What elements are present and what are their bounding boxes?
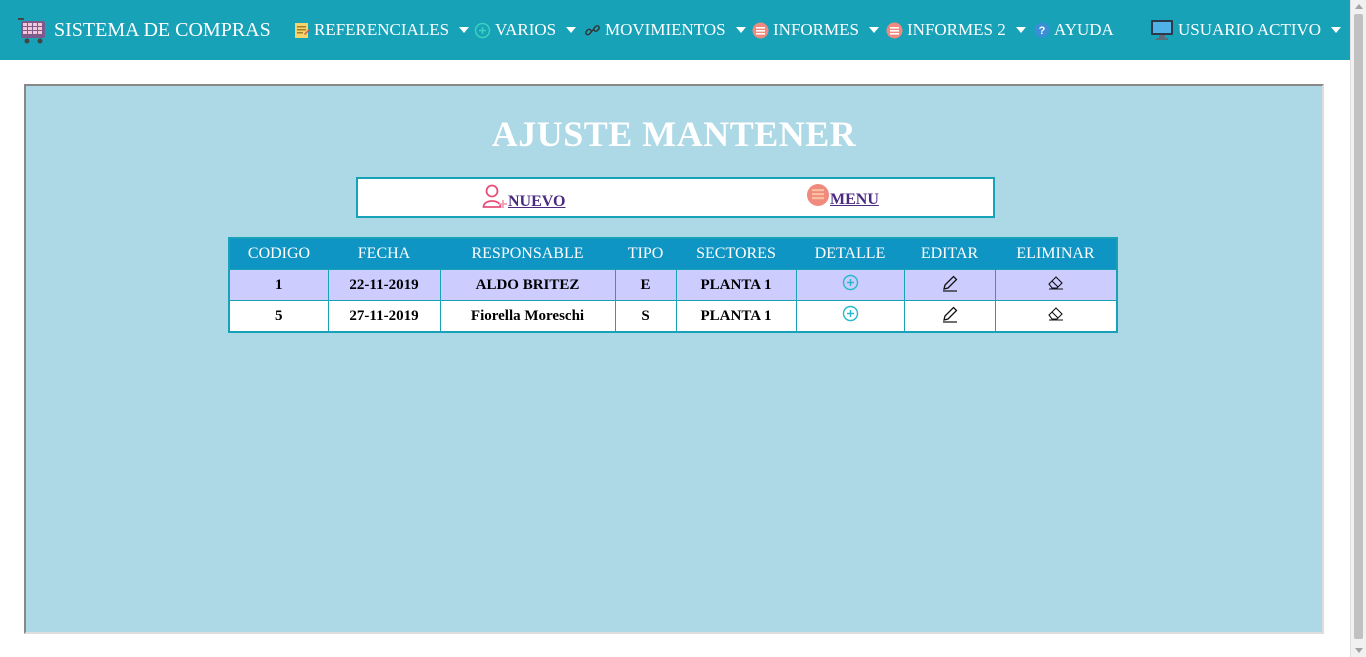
nav-ayuda[interactable]: ? AYUDA — [1034, 18, 1114, 42]
chevron-down-icon — [566, 27, 577, 33]
column-header: EDITAR — [904, 238, 995, 270]
plus-circle-icon — [474, 22, 491, 39]
cell-tipo: S — [614, 300, 677, 333]
nav-label: VARIOS — [495, 20, 557, 39]
eraser-icon[interactable] — [1047, 306, 1064, 321]
cell-fecha: 27-11-2019 — [327, 300, 441, 333]
cart-icon — [18, 15, 48, 45]
nav-label: INFORMES — [773, 20, 859, 39]
user-label: USUARIO ACTIVO — [1178, 20, 1322, 39]
actions-bar: NUEVO MENU — [356, 177, 995, 218]
cell-sectores: PLANTA 1 — [675, 300, 797, 333]
scroll-down-arrow-icon[interactable] — [1355, 648, 1363, 653]
nav-movimientos[interactable]: MOVIMIENTOS — [584, 18, 746, 42]
eraser-icon[interactable] — [1047, 275, 1064, 290]
notes-icon — [294, 21, 310, 39]
vertical-scrollbar[interactable] — [1350, 0, 1366, 657]
table-row: 1 22-11-2019 ALDO BRITEZ E PLANTA 1 — [228, 269, 1118, 301]
table-row: 5 27-11-2019 Fiorella Moreschi S PLANTA … — [228, 300, 1118, 333]
cell-fecha: 22-11-2019 — [327, 269, 441, 301]
column-header: ELIMINAR — [995, 238, 1117, 270]
cell-responsable: ALDO BRITEZ — [439, 269, 616, 301]
column-header: SECTORES — [676, 238, 796, 270]
link-icon — [584, 22, 601, 39]
new-button[interactable]: NUEVO — [482, 183, 565, 211]
cell-eliminar — [994, 300, 1118, 333]
detail-plus-icon[interactable] — [842, 305, 859, 322]
brand[interactable]: SISTEMA DE COMPRAS — [18, 14, 271, 46]
add-user-icon — [482, 183, 508, 211]
cell-eliminar — [994, 269, 1118, 301]
nav-varios[interactable]: VARIOS — [474, 18, 577, 42]
ajustes-table: CODIGO FECHA RESPONSABLE TIPO SECTORES D… — [228, 237, 1118, 333]
cell-detalle — [795, 300, 905, 333]
cell-detalle — [795, 269, 905, 301]
new-label: NUEVO — [508, 193, 566, 210]
nav-user-menu[interactable]: USUARIO ACTIVO — [1150, 18, 1342, 42]
detail-plus-icon[interactable] — [842, 274, 859, 291]
nav-label: REFERENCIALES — [314, 20, 450, 39]
column-header: FECHA — [328, 238, 440, 270]
brand-title: SISTEMA DE COMPRAS — [54, 18, 271, 41]
column-header: CODIGO — [229, 238, 328, 270]
nav-label: AYUDA — [1054, 20, 1114, 39]
column-header: TIPO — [615, 238, 676, 270]
page-title: AJUSTE MANTENER — [491, 114, 857, 154]
nav-label: INFORMES 2 — [907, 20, 1006, 39]
cell-sectores: PLANTA 1 — [675, 269, 797, 301]
cell-editar — [903, 300, 996, 333]
chevron-down-icon — [459, 27, 470, 33]
cell-tipo: E — [614, 269, 677, 301]
chevron-down-icon — [868, 27, 879, 33]
edit-pencil-icon[interactable] — [941, 274, 959, 292]
report-icon — [752, 22, 769, 39]
cell-responsable: Fiorella Moreschi — [439, 300, 616, 333]
help-icon: ? — [1034, 22, 1050, 38]
cell-editar — [903, 269, 996, 301]
scroll-up-arrow-icon[interactable] — [1355, 4, 1363, 9]
nav-label: MOVIMIENTOS — [605, 20, 726, 39]
scroll-thumb[interactable] — [1354, 14, 1363, 639]
menu-label: MENU — [830, 191, 879, 208]
cell-codigo: 5 — [228, 300, 329, 333]
column-header: DETALLE — [796, 238, 904, 270]
nav-informes-2[interactable]: INFORMES 2 — [886, 18, 1026, 42]
top-navbar: SISTEMA DE COMPRAS REFERENCIALES VARIOS … — [0, 0, 1350, 60]
chevron-down-icon — [735, 27, 746, 33]
chevron-down-icon — [1331, 27, 1342, 33]
report-icon — [886, 22, 903, 39]
nav-referenciales[interactable]: REFERENCIALES — [294, 18, 470, 42]
nav-informes[interactable]: INFORMES — [752, 18, 879, 42]
table-header-row: CODIGO FECHA RESPONSABLE TIPO SECTORES D… — [229, 238, 1117, 270]
menu-button[interactable]: MENU — [806, 183, 879, 209]
monitor-icon — [1150, 18, 1174, 42]
edit-pencil-icon[interactable] — [941, 305, 959, 323]
column-header: RESPONSABLE — [440, 238, 615, 270]
svg-text:?: ? — [1039, 25, 1046, 37]
cell-codigo: 1 — [228, 269, 329, 301]
chevron-down-icon — [1015, 27, 1026, 33]
menu-list-icon — [806, 183, 830, 209]
content-panel: AJUSTE MANTENER NUEVO MENU CODIGO FECHA … — [24, 84, 1324, 634]
